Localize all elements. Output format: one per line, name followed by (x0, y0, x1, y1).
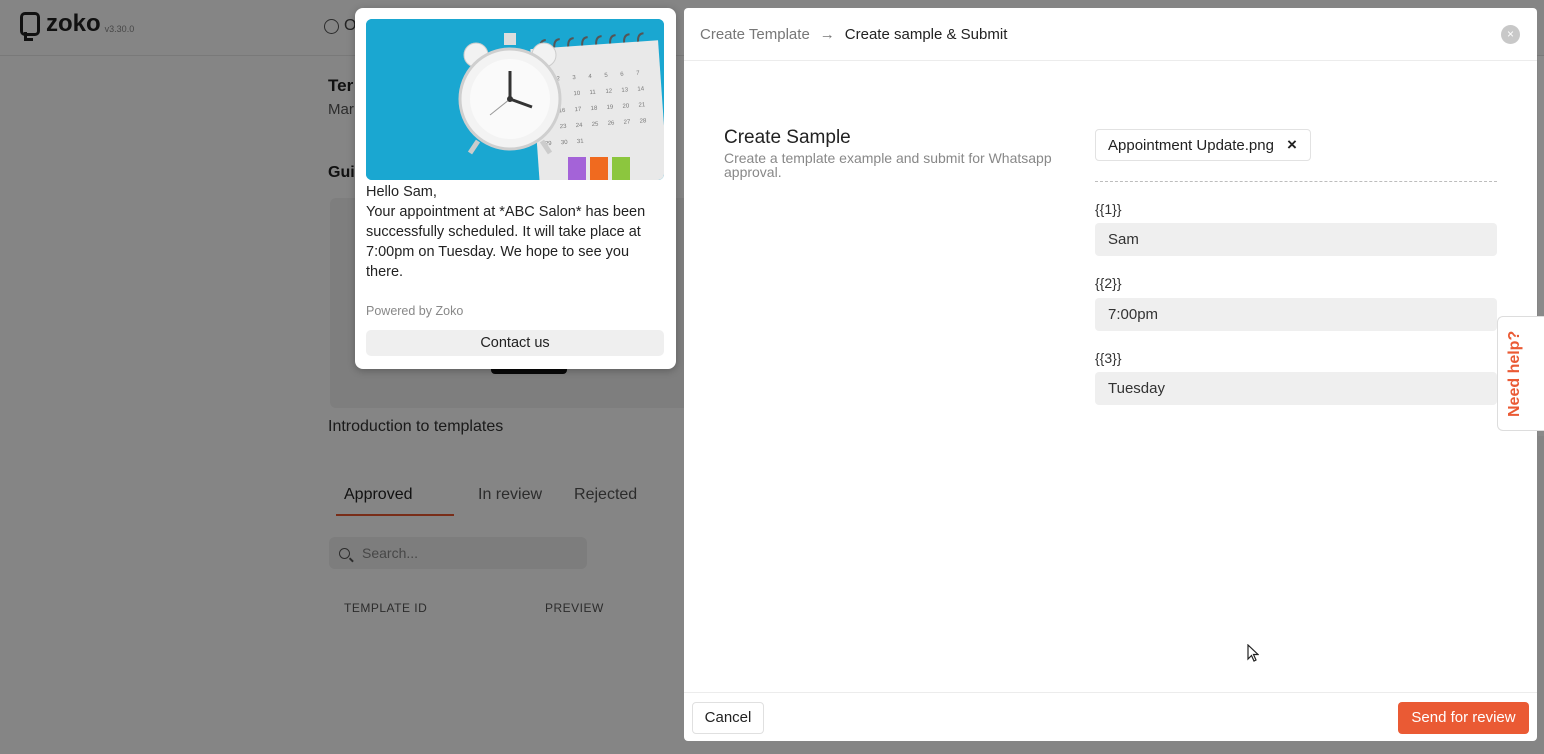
remove-file-icon[interactable]: × (1274, 135, 1310, 155)
drawer-footer: Cancel Send for review (684, 692, 1537, 741)
variable-2-label: {{2}} (1095, 275, 1122, 291)
svg-text:11: 11 (589, 90, 596, 96)
svg-text:26: 26 (608, 120, 616, 126)
svg-text:28: 28 (639, 118, 647, 124)
svg-text:23: 23 (560, 124, 568, 130)
drawer-header: Create Template → Create sample & Submit… (684, 8, 1537, 61)
variable-3-label: {{3}} (1095, 350, 1122, 366)
variable-3-input[interactable]: Tuesday (1095, 372, 1497, 405)
need-help-tab[interactable]: Need help? (1497, 316, 1544, 431)
variable-2-input[interactable]: 7:00pm (1095, 298, 1497, 331)
svg-text:27: 27 (623, 119, 631, 125)
section-description: Create a template example and submit for… (724, 150, 1052, 180)
svg-text:17: 17 (574, 107, 582, 113)
section-title: Create Sample (724, 127, 851, 148)
breadcrumb-create-template[interactable]: Create Template (700, 26, 810, 43)
svg-text:30: 30 (561, 140, 569, 146)
template-preview-card: 1234567 891011121314 15161718192021 2223… (355, 8, 676, 369)
breadcrumb-current: Create sample & Submit (844, 26, 1008, 43)
svg-text:14: 14 (637, 86, 645, 92)
svg-text:31: 31 (577, 139, 585, 145)
svg-text:13: 13 (621, 87, 629, 93)
variable-1-label: {{1}} (1095, 201, 1122, 217)
preview-message-text: Hello Sam, Your appointment at *ABC Salo… (366, 184, 646, 280)
svg-text:24: 24 (576, 123, 584, 129)
arrow-right-icon: → (819, 26, 835, 43)
svg-text:12: 12 (605, 89, 613, 95)
variable-1-input[interactable]: Sam (1095, 223, 1497, 256)
create-sample-drawer: Create Template → Create sample & Submit… (684, 8, 1537, 741)
file-name: Appointment Update.png (1108, 136, 1274, 154)
divider (1095, 181, 1497, 182)
svg-text:21: 21 (638, 102, 646, 108)
contact-us-button[interactable]: Contact us (366, 330, 664, 356)
svg-text:10: 10 (573, 91, 581, 97)
send-for-review-button[interactable]: Send for review (1398, 702, 1529, 734)
breadcrumb: Create Template → Create sample & Submit (700, 26, 1007, 43)
uploaded-file-chip: Appointment Update.png × (1095, 129, 1311, 161)
cancel-button[interactable]: Cancel (692, 702, 764, 734)
mouse-cursor-icon (1247, 644, 1259, 662)
svg-text:19: 19 (606, 104, 614, 110)
svg-text:20: 20 (622, 103, 630, 109)
close-icon[interactable]: × (1501, 25, 1520, 44)
need-help-label: Need help? (1506, 330, 1523, 417)
powered-by-text: Powered by Zoko (366, 304, 464, 318)
svg-text:18: 18 (590, 106, 598, 112)
alarm-clock-calendar-image: 1234567 891011121314 15161718192021 2223… (366, 19, 664, 180)
svg-text:25: 25 (592, 122, 600, 128)
